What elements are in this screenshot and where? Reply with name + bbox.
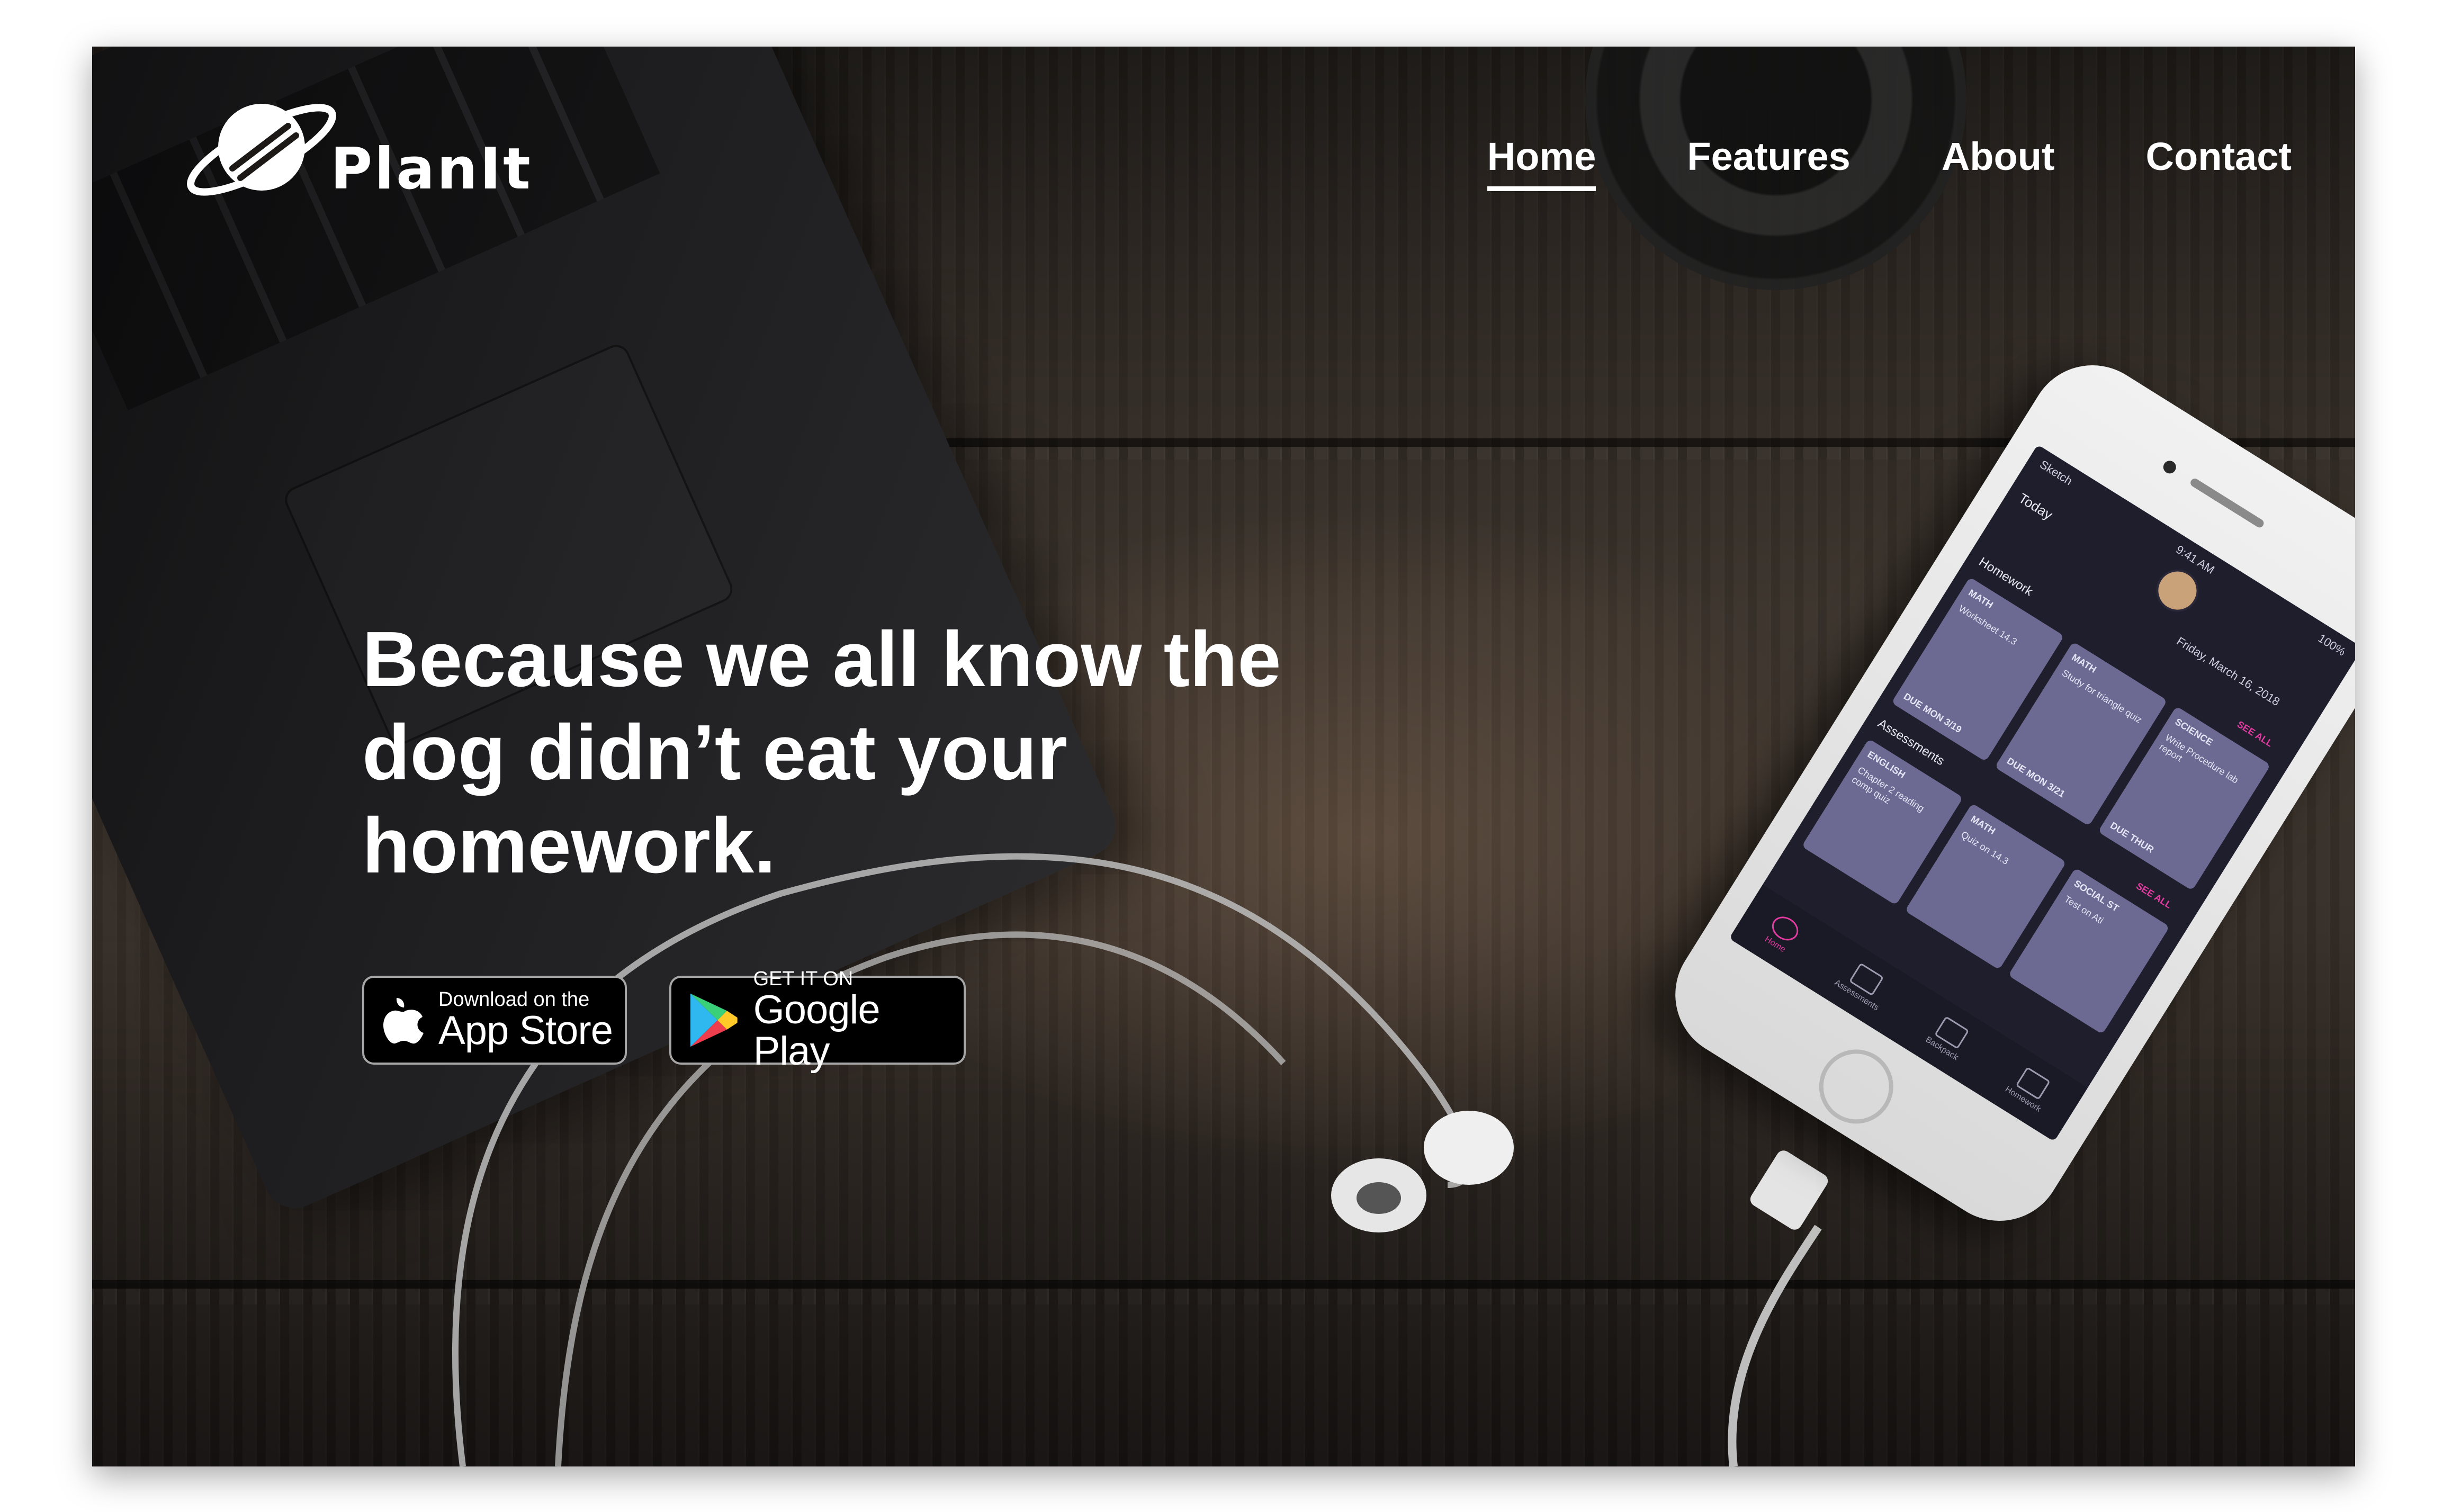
status-battery: 100% xyxy=(2315,631,2348,659)
app-store-button[interactable]: Download on the App Store xyxy=(362,976,627,1065)
date-label: Friday, March 16, 2018 xyxy=(2174,634,2283,709)
hero-headline: Because we all know the dog didn’t eat y… xyxy=(362,616,1281,889)
wood-seam xyxy=(92,1280,2355,1289)
google-play-button[interactable]: GET IT ON Google Play xyxy=(669,968,966,1072)
nav-home-link[interactable]: Home xyxy=(1487,134,1596,191)
hero-section: Sketch 9:41 AM 100% Today Friday, March … xyxy=(92,47,2355,1466)
app-tab-home: Home xyxy=(1761,912,1803,956)
app-store-big-text: App Store xyxy=(438,1008,613,1053)
app-store-small-text: Download on the xyxy=(438,988,590,1011)
phone-camera xyxy=(2161,458,2179,476)
nav-contact-link[interactable]: Contact xyxy=(2146,134,2292,191)
phone-speaker xyxy=(2189,476,2266,529)
google-play-icon xyxy=(690,993,738,1047)
brand-name: PlanIt xyxy=(330,136,533,202)
see-all-link: SEE ALL xyxy=(2235,718,2275,749)
app-tab-backpack: Backpack xyxy=(1924,1013,1973,1063)
app-tab-homework: Homework xyxy=(2003,1063,2056,1114)
wood-plank xyxy=(92,1289,2355,1466)
main-nav: Home Features About Contact xyxy=(1487,134,2292,191)
card-due: DUE MON 3/19 xyxy=(1901,691,1964,735)
today-label: Today xyxy=(2016,490,2056,523)
card-due: DUE MON 3/21 xyxy=(2005,755,2067,800)
nav-features-link[interactable]: Features xyxy=(1687,134,1850,191)
google-play-big-text: Google Play xyxy=(753,987,881,1074)
status-carrier: Sketch xyxy=(2037,457,2075,488)
planet-logo-icon xyxy=(187,104,336,196)
google-play-small-text: GET IT ON xyxy=(753,968,854,990)
see-all-link: SEE ALL xyxy=(2134,880,2174,911)
store-badges: Download on the App Store GET IT ON Goog… xyxy=(362,968,966,1072)
google-play-text: GET IT ON Google Play xyxy=(753,968,964,1072)
apple-icon xyxy=(383,998,424,1044)
app-store-text: Download on the App Store xyxy=(438,989,613,1051)
card-due: DUE THUR xyxy=(2108,820,2156,856)
nav-about-link[interactable]: About xyxy=(1942,134,2055,191)
brand-logo[interactable]: PlanIt xyxy=(182,89,533,211)
app-tab-assessments: Assessments xyxy=(1833,957,1894,1013)
